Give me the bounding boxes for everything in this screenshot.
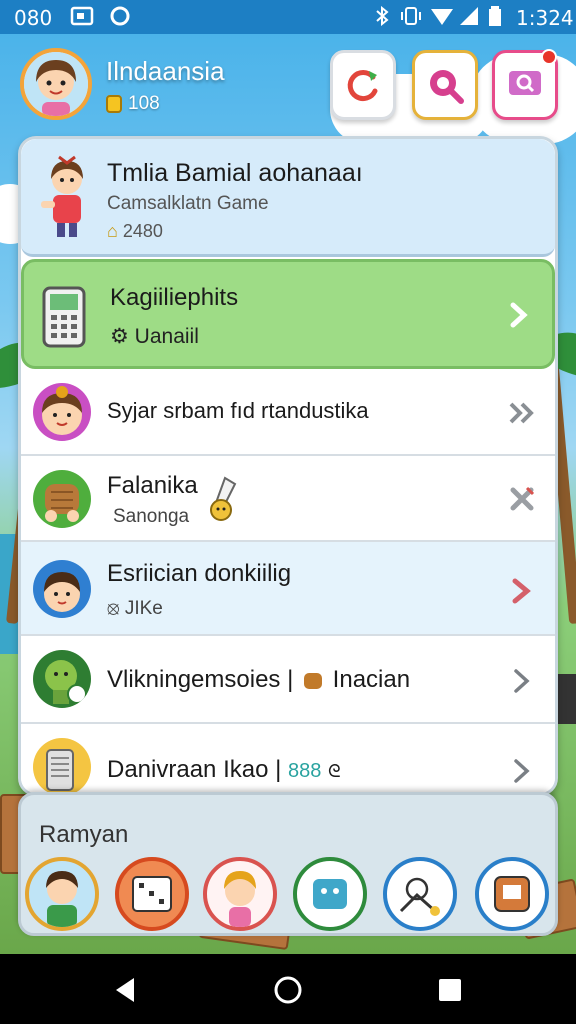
list-item-title: Vlikningemsoies | Inacian [107, 666, 410, 694]
close-icon[interactable] [507, 484, 537, 514]
home-icon[interactable] [272, 974, 304, 1006]
chevron-right-icon [514, 669, 530, 693]
girl-character-icon [41, 155, 83, 237]
sync-icon [110, 6, 130, 26]
list-item-subtitle-text: JIKe [124, 598, 163, 619]
lamp-character-icon [210, 476, 237, 521]
list-item-title: Syjar srbam fıd rtandustika [107, 398, 369, 423]
bluetooth-icon [376, 6, 389, 26]
refresh-button[interactable] [330, 50, 396, 120]
coin-count: 108 [128, 93, 160, 114]
messages-button[interactable] [492, 49, 558, 120]
friend-avatar-4[interactable] [293, 857, 367, 931]
friend-avatar-5[interactable] [383, 857, 457, 931]
list-item-subtitle: Sanonga [113, 506, 190, 527]
list-item-title-text: Danivraan Ikao | [107, 756, 282, 783]
list-item-extra: 888 [288, 760, 322, 782]
wifi-icon [431, 9, 453, 25]
user-avatar[interactable] [20, 48, 92, 120]
list-item-subtitle: ⚙ Uanaiil [110, 324, 199, 349]
refresh-icon [347, 70, 378, 102]
list-item-title-text: Vlikningemsoies | [107, 666, 294, 693]
user-name: Ilndaansia [106, 56, 225, 86]
gear-icon: ⚙ [110, 325, 129, 348]
status-bar: 080 1:324 [0, 0, 576, 34]
list-item-subtitle: ⦻ JIKe [107, 598, 163, 620]
battery-icon [489, 6, 501, 26]
friend-avatar-3[interactable] [203, 857, 277, 931]
chevron-right-icon [512, 578, 531, 604]
double-chevron-icon [509, 402, 534, 424]
phone-icon [42, 286, 86, 348]
vibrate-icon [401, 7, 421, 25]
avatar [33, 560, 91, 618]
friend-avatar-6[interactable] [475, 857, 549, 931]
list-item[interactable]: Falanika Sanonga [21, 456, 555, 542]
featured-subtitle: Camsalklatn Game [107, 193, 269, 214]
chevron-right-icon [510, 302, 528, 328]
list-item-active[interactable]: Esriician donkiilig ⦻ JIKe [21, 542, 555, 636]
notification-badge [541, 49, 557, 65]
search-button[interactable] [412, 50, 478, 120]
gallery-icon [70, 6, 94, 26]
list-item-subtitle-text: Uanaiil [134, 325, 199, 348]
list-item-title: Falanika [107, 472, 198, 499]
recents-icon[interactable] [434, 974, 466, 1006]
avatar [33, 650, 91, 708]
friends-drawer: Ramyan [18, 792, 558, 936]
bow-icon: ᘓ [328, 761, 341, 781]
bread-icon [304, 672, 322, 689]
list-item[interactable]: Danivraan Ikao | 888 ᘓ [21, 724, 555, 793]
friend-avatar-2[interactable] [115, 857, 189, 931]
trophy-icon: ⌂ [107, 221, 118, 241]
list-item-title: Esriician donkiilig [107, 560, 292, 587]
featured-score-value: 2480 [122, 221, 163, 241]
chat-search-icon [509, 71, 541, 95]
main-panel: Tmlia Bamial aohanaaı Camsalklatn Game ⌂… [18, 136, 558, 796]
list-item[interactable]: Vlikningemsoies | Inacian [21, 636, 555, 724]
search-icon [430, 70, 464, 104]
back-icon[interactable] [110, 974, 142, 1006]
navigation-bar [0, 954, 576, 1024]
featured-score: ⌂ 2480 [107, 221, 163, 242]
chevron-right-icon [514, 759, 530, 783]
status-time: 1:324 [516, 6, 574, 30]
avatar [33, 738, 91, 793]
coin-icon [106, 95, 122, 113]
list-item-extra: Inacian [332, 666, 411, 693]
list-item[interactable]: Syjar srbam fıd rtandustika [21, 370, 555, 456]
list-item-highlighted[interactable]: Kagiiliephits ⚙ Uanaiil [21, 259, 555, 369]
status-left-text: 080 [14, 6, 53, 30]
avatar [33, 470, 91, 528]
drawer-title: Ramyan [39, 821, 129, 848]
signal-icon [460, 7, 478, 25]
gift-icon: ⦻ [107, 598, 120, 619]
list-item-title: Kagiiliephits [110, 284, 239, 311]
avatar [33, 383, 91, 441]
friend-avatar-1[interactable] [25, 857, 99, 931]
list-item-title: Danivraan Ikao | 888 ᘓ [107, 756, 341, 784]
coin-balance: 108 [106, 93, 160, 115]
featured-title: Tmlia Bamial aohanaaı [107, 159, 363, 187]
featured-card[interactable]: Tmlia Bamial aohanaaı Camsalklatn Game ⌂… [21, 139, 555, 257]
